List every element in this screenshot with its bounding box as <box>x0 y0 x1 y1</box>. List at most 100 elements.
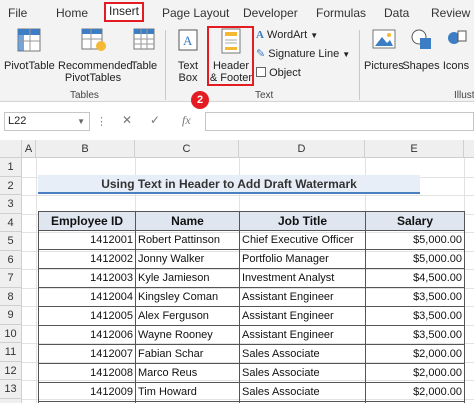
pivottable-button[interactable]: PivotTable <box>4 28 55 72</box>
column-header-e[interactable]: E <box>365 140 464 158</box>
cell-employee-id[interactable]: 1412009 <box>38 382 136 402</box>
name-box[interactable]: L22 ▼ <box>4 112 90 131</box>
header-name[interactable]: Name <box>135 211 240 231</box>
row-header[interactable]: 5 <box>0 232 22 251</box>
recommended-pivottables-button[interactable]: Recommended PivotTables <box>58 28 133 84</box>
cell-employee-id[interactable]: 1412002 <box>38 249 136 269</box>
cell-job-title[interactable]: Sales Associate <box>239 363 366 383</box>
column-header-f[interactable] <box>464 140 474 158</box>
row-header[interactable]: 2 <box>0 176 22 195</box>
cell-salary[interactable]: $2,000.00 <box>365 382 465 402</box>
cell-employee-id[interactable]: 1412006 <box>38 325 136 345</box>
group-divider <box>359 30 360 100</box>
row-header[interactable]: 7 <box>0 269 22 288</box>
cell-name[interactable]: Jonny Walker <box>135 249 240 269</box>
row-header[interactable]: 14 <box>0 398 22 403</box>
cell-salary[interactable]: $3,500.00 <box>365 287 465 307</box>
header-job-title[interactable]: Job Title <box>239 211 366 231</box>
cell-name[interactable]: Alex Ferguson <box>135 306 240 326</box>
object-button[interactable]: Object <box>256 67 326 79</box>
cell-salary[interactable]: $2,000.00 <box>365 344 465 364</box>
cell-employee-id[interactable]: 1412007 <box>38 344 136 364</box>
column-header-a[interactable]: A <box>22 140 36 158</box>
chevron-down-icon: ▼ <box>77 117 85 126</box>
tab-data[interactable]: Data <box>384 4 409 22</box>
cell-salary[interactable]: $3,500.00 <box>365 306 465 326</box>
select-all-corner[interactable] <box>0 140 22 158</box>
cell-name[interactable]: Wayne Rooney <box>135 325 240 345</box>
row-header[interactable]: 1 <box>0 158 22 177</box>
table-button[interactable]: Table <box>130 28 158 72</box>
cell-job-title[interactable]: Sales Associate <box>239 382 366 402</box>
insert-function-icon[interactable]: fx <box>182 113 191 128</box>
column-header-d[interactable]: D <box>239 140 365 158</box>
ribbon-tabs: File Home Insert Page Layout Developer F… <box>0 0 474 24</box>
signature-icon: ✎ <box>256 48 266 60</box>
cancel-icon[interactable]: ✕ <box>122 113 132 127</box>
formula-input[interactable] <box>205 112 474 131</box>
cell-job-title[interactable]: Sales Associate <box>239 344 366 364</box>
cell-salary[interactable]: $2,000.00 <box>365 363 465 383</box>
cell-job-title[interactable]: Assistant Engineer <box>239 287 366 307</box>
cell-employee-id[interactable]: 1412005 <box>38 306 136 326</box>
row-header[interactable]: 11 <box>0 343 22 362</box>
cell-employee-id[interactable]: 1412001 <box>38 230 136 250</box>
cell-salary[interactable]: $4,500.00 <box>365 268 465 288</box>
cell-employee-id[interactable]: 1412003 <box>38 268 136 288</box>
cell-salary[interactable]: $3,500.00 <box>365 325 465 345</box>
header-salary[interactable]: Salary <box>365 211 465 231</box>
cell-name[interactable]: Kingsley Coman <box>135 287 240 307</box>
cell-employee-id[interactable]: 1412008 <box>38 363 136 383</box>
table-row: 1412002 Jonny Walker Portfolio Manager $5,0… <box>38 249 465 269</box>
cell-name[interactable]: Marco Reus <box>135 363 240 383</box>
tab-home[interactable]: Home <box>56 4 88 22</box>
cell-name[interactable]: Tim Howard <box>135 382 240 402</box>
ribbon: PivotTable Recommended PivotTables Table… <box>0 24 474 102</box>
cell-employee-id[interactable]: 1412004 <box>38 287 136 307</box>
shapes-button[interactable]: Shapes <box>402 28 440 72</box>
pictures-button[interactable]: Pictures <box>364 28 404 72</box>
cell-job-title[interactable]: Assistant Engineer <box>239 306 366 326</box>
sheet-title[interactable]: Using Text in Header to Add Draft Waterm… <box>38 175 420 194</box>
cell-name[interactable]: Robert Pattinson <box>135 230 240 250</box>
row-header[interactable]: 13 <box>0 380 22 399</box>
cell-job-title[interactable]: Portfolio Manager <box>239 249 366 269</box>
table-icon <box>133 28 155 50</box>
text-box-line1: Text <box>177 60 199 72</box>
cell-salary[interactable]: $5,000.00 <box>365 230 465 250</box>
step-badge-2: 2 <box>191 91 209 109</box>
chevron-down-icon: ▼ <box>310 31 319 40</box>
header-employee-id[interactable]: Employee ID <box>38 211 136 231</box>
tab-page-layout[interactable]: Page Layout <box>162 4 229 22</box>
column-header-c[interactable]: C <box>135 140 239 158</box>
row-header[interactable]: 8 <box>0 287 22 306</box>
row-header[interactable]: 10 <box>0 324 22 343</box>
worksheet-grid[interactable]: A B C D E 1234567891011121314 Using Text… <box>0 140 474 403</box>
enter-icon[interactable]: ✓ <box>150 113 160 127</box>
cell-name[interactable]: Fabian Schar <box>135 344 240 364</box>
cell-name[interactable]: Kyle Jamieson <box>135 268 240 288</box>
row-header[interactable]: 3 <box>0 195 22 214</box>
wordart-button[interactable]: A WordArt ▼ <box>256 29 336 42</box>
signature-line-button[interactable]: ✎ Signature Line ▼ <box>256 48 356 61</box>
text-box-button[interactable]: A Text Box <box>172 28 204 84</box>
illustrations-group-label: Illust <box>454 90 474 101</box>
object-icon <box>256 67 266 77</box>
row-header[interactable]: 9 <box>0 306 22 325</box>
row-header[interactable]: 12 <box>0 361 22 380</box>
tab-insert[interactable]: Insert <box>104 2 145 22</box>
tab-developer[interactable]: Developer <box>243 4 298 22</box>
row-header[interactable]: 4 <box>0 213 22 232</box>
icons-button[interactable]: Icons <box>440 28 472 72</box>
cell-job-title[interactable]: Assistant Engineer <box>239 325 366 345</box>
shapes-label: Shapes <box>402 60 440 72</box>
row-header[interactable]: 6 <box>0 250 22 269</box>
column-header-b[interactable]: B <box>36 140 135 158</box>
cell-job-title[interactable]: Investment Analyst <box>239 268 366 288</box>
employee-table[interactable]: Employee ID Name Job Title Salary 141200… <box>38 211 465 403</box>
tab-file[interactable]: File <box>8 4 27 22</box>
tab-formulas[interactable]: Formulas <box>316 4 366 22</box>
cell-salary[interactable]: $5,000.00 <box>365 249 465 269</box>
tab-review[interactable]: Review <box>431 4 470 22</box>
cell-job-title[interactable]: Chief Executive Officer <box>239 230 366 250</box>
